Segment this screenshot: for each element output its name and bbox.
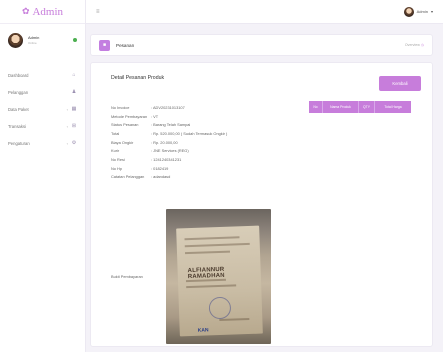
detail-key: Kurir (111, 148, 120, 154)
page-icon: ■ (99, 39, 110, 51)
detail-row: Biaya Ongkir : Rp. 20.000,00 (111, 138, 291, 147)
slip-text-line (184, 250, 231, 255)
detail-value: : 0182419 (151, 165, 169, 171)
avatar (403, 6, 414, 17)
detail-value: : JNE Services (REG) (151, 148, 189, 154)
detail-key: Total (111, 130, 120, 136)
detail-row: Status Pesanan : Barang Telah Sampai (111, 120, 291, 129)
sidebar-item-label: Pelanggan (8, 89, 29, 95)
slip-text-line (186, 284, 237, 289)
detail-row: No Invoice : ADV20231013107 (111, 103, 291, 112)
detail-row: Kurir : JNE Services (REG) (111, 146, 291, 155)
breadcrumb-label: Overview (404, 43, 420, 47)
page-header: ■ Pesanan Overview ◷ (90, 34, 433, 56)
sidebar-item-pengaturan[interactable]: Pengaturan ‹ ⚙ (0, 136, 85, 150)
sidebar-item-label: Pengaturan (8, 140, 30, 146)
breadcrumb[interactable]: Overview ◷ (405, 43, 424, 47)
user-menu[interactable]: Admin ▾ (403, 6, 433, 17)
sidebar-item-data-paket[interactable]: Data Paket ‹ ▦ (0, 102, 85, 116)
sidebar-menu: Dashboard ⌂ Pelanggan ♟ Data Paket ‹ ▦ T… (0, 68, 85, 150)
sidebar-item-label: Transaksi (8, 123, 26, 129)
sidebar-item-pelanggan[interactable]: Pelanggan ♟ (0, 85, 85, 99)
detail-key: Status Pesanan (111, 122, 139, 128)
brand[interactable]: ✿ Admin (0, 0, 85, 24)
detail-row: Metode Pembayaran: VT (111, 112, 291, 121)
chevron-down-icon: ▾ (430, 9, 433, 14)
slip-text-line (185, 278, 226, 283)
sidebar-item-dashboard[interactable]: Dashboard ⌂ (0, 68, 85, 82)
detail-key: Metode Pembayaran (111, 113, 148, 119)
column-header: QTY (359, 101, 375, 113)
card-title: Detail Pesanan Produk (111, 75, 165, 81)
order-details: No Invoice : ADV20231013107 Metode Pembay… (111, 103, 291, 181)
settings-logo-icon: ✿ (21, 6, 30, 16)
clock-icon: ◷ (420, 43, 424, 47)
avatar (8, 32, 23, 48)
detail-value: : ADV20231013107 (151, 104, 185, 110)
back-button[interactable]: Kembali (379, 76, 421, 91)
sidebar-item-transaksi[interactable]: Transaksi ‹ ⊞ (0, 119, 85, 133)
page-title: Pesanan (116, 42, 135, 48)
slip-logo: KAN (197, 327, 209, 334)
detail-value: : Rp. 520.000,00 ( Sudah Termasuk Ongkir… (151, 130, 228, 136)
topbar: ≡ Admin ▾ (86, 0, 443, 24)
detail-key: Biaya Ongkir (111, 139, 134, 145)
sidebar-item-label: Data Paket (8, 106, 29, 112)
detail-value: : VT (151, 113, 159, 119)
grid-icon: ▦ (71, 106, 77, 112)
user-menu-label: Admin (416, 9, 428, 14)
detail-value: : adandasd (151, 174, 171, 180)
slip-text-line (184, 242, 250, 248)
stamp-icon (208, 296, 232, 320)
column-header: Total Harga (375, 101, 411, 113)
detail-value: : Rp. 20.000,00 (151, 139, 178, 145)
column-header: Nama Produk (323, 101, 359, 113)
product-table-header: No Nama Produk QTY Total Harga (309, 101, 411, 113)
online-status-icon (73, 38, 77, 42)
slip-text-line (219, 317, 250, 322)
detail-row: No Hp : 0182419 (111, 164, 291, 173)
brand-label: Admin (32, 5, 64, 18)
proof-label: Bukti Pembayaran (111, 274, 143, 279)
sidebar-item-label: Dashboard (8, 72, 29, 78)
payment-slip: ALFIANNUR RAMADHAN KAN (176, 225, 263, 337)
detail-value: : 1241240341231 (151, 156, 182, 162)
chevron-left-icon: ‹ (66, 123, 68, 129)
gear-icon: ⚙ (71, 140, 77, 146)
chevron-left-icon: ‹ (66, 106, 68, 112)
payment-proof-image[interactable]: ALFIANNUR RAMADHAN KAN (166, 209, 271, 344)
detail-row: No Resi : 1241240341231 (111, 155, 291, 164)
chevron-left-icon: ‹ (66, 140, 68, 146)
column-header: No (309, 101, 323, 113)
detail-key: No Hp (111, 165, 123, 171)
detail-row: Catatan Pelanggan : adandasd (111, 173, 291, 182)
users-icon: ♟ (71, 89, 77, 95)
cart-icon: ⊞ (71, 123, 77, 129)
order-detail-card: Detail Pesanan Produk Kembali No Invoice… (90, 62, 433, 347)
profile-name: Admin (28, 34, 40, 40)
hamburger-menu-icon[interactable]: ≡ (96, 9, 404, 15)
profile-status: Online (28, 40, 37, 45)
detail-row: Total : Rp. 520.000,00 ( Sudah Termasuk O… (111, 129, 291, 138)
slip-text-line (184, 236, 240, 241)
detail-key: No Invoice (111, 104, 130, 110)
home-icon: ⌂ (72, 72, 76, 78)
user-profile: Admin Online (0, 24, 85, 56)
detail-key: Catatan Pelanggan (111, 174, 145, 180)
detail-key: No Resi (111, 156, 125, 162)
sidebar: ✿ Admin Admin Online Dashboard ⌂ Pelangg… (0, 0, 86, 352)
detail-value: : Barang Telah Sampai (151, 122, 191, 128)
